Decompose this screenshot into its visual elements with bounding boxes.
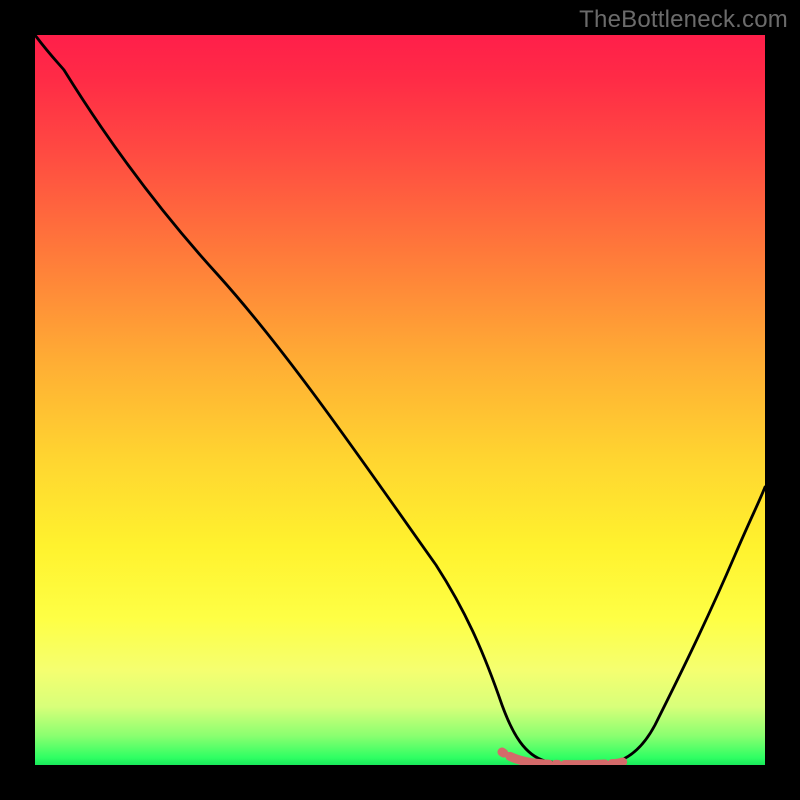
- optimal-region-marker: [502, 752, 639, 765]
- bottleneck-curve: [35, 35, 765, 765]
- curve-path: [35, 35, 765, 764]
- attribution-text: TheBottleneck.com: [579, 6, 788, 34]
- chart-frame: TheBottleneck.com: [0, 0, 800, 800]
- plot-area: [35, 35, 765, 765]
